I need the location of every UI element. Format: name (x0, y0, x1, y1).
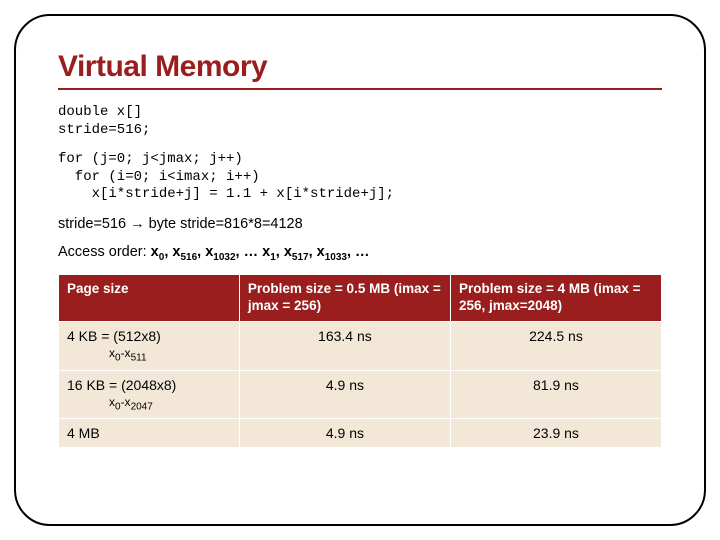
title-rule (58, 88, 662, 90)
cell-val: 163.4 ns (239, 322, 450, 370)
page-subrange: x0-x2047 (67, 395, 231, 412)
cell-val: 23.9 ns (450, 418, 661, 447)
code-loop: for (j=0; j<jmax; j++) for (i=0; i<imax;… (58, 151, 662, 204)
col-pagesize: Page size (59, 275, 240, 322)
col-4mb: Problem size = 4 MB (imax = 256, jmax=20… (450, 275, 661, 322)
code-decl: double x[] stride=516; (58, 104, 662, 139)
cell-val: 81.9 ns (450, 370, 661, 418)
slide-title: Virtual Memory (58, 50, 662, 84)
stride-line: stride=516 → byte stride=816*8=4128 (58, 216, 662, 232)
access-seq: x0, x516, x1032, … x1, x517, x1033, … (151, 244, 370, 260)
slide: Virtual Memory double x[] stride=516; fo… (0, 0, 720, 540)
perf-table: Page size Problem size = 0.5 MB (imax = … (58, 274, 662, 448)
col-half-mb: Problem size = 0.5 MB (imax = jmax = 256… (239, 275, 450, 322)
cell-val: 4.9 ns (239, 418, 450, 447)
arrow-icon: → (130, 216, 145, 232)
cell-pagesize: 16 KB = (2048x8)x0-x2047 (59, 370, 240, 418)
table-row: 16 KB = (2048x8)x0-x20474.9 ns81.9 ns (59, 370, 662, 418)
cell-val: 4.9 ns (239, 370, 450, 418)
access-prefix: Access order: (58, 244, 151, 260)
cell-pagesize: 4 KB = (512x8)x0-x511 (59, 322, 240, 370)
stride-suffix: byte stride=816*8=4128 (145, 216, 303, 232)
table-row: 4 KB = (512x8)x0-x511163.4 ns224.5 ns (59, 322, 662, 370)
page-subrange: x0-x511 (67, 346, 231, 363)
access-order-line: Access order: x0, x516, x1032, … x1, x51… (58, 244, 662, 263)
cell-val: 224.5 ns (450, 322, 661, 370)
table-row: 4 MB4.9 ns23.9 ns (59, 418, 662, 447)
slide-border (14, 14, 706, 526)
stride-prefix: stride=516 (58, 216, 130, 232)
cell-pagesize: 4 MB (59, 418, 240, 447)
